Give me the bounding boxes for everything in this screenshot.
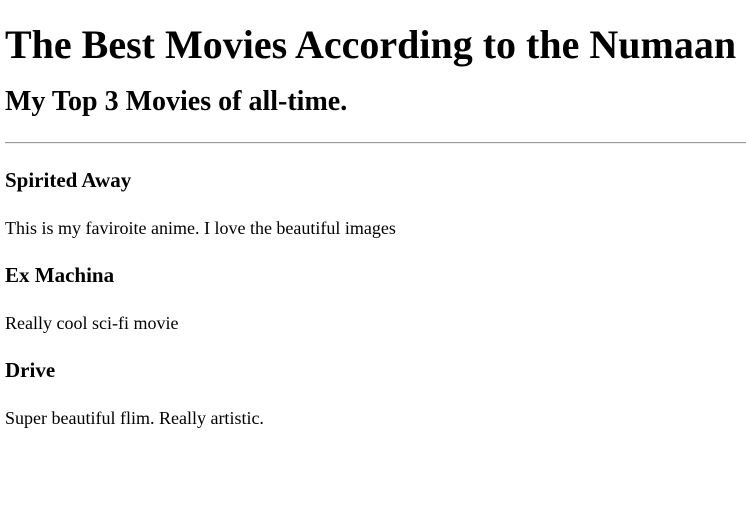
movie-item-drive: Drive Super beautiful flim. Really artis…	[5, 358, 746, 429]
page-content: The Best Movies According to the Numaan …	[0, 0, 746, 429]
movie-item-spirited-away: Spirited Away This is my faviroite anime…	[5, 168, 746, 239]
page-title: The Best Movies According to the Numaan	[5, 22, 737, 67]
movie-title: Ex Machina	[5, 263, 115, 287]
movie-list: Spirited Away This is my faviroite anime…	[5, 168, 746, 429]
movie-description: Super beautiful flim. Really artistic.	[5, 408, 264, 428]
movie-description: This is my faviroite anime. I love the b…	[5, 218, 396, 238]
movie-title: Drive	[5, 358, 56, 382]
movie-title: Spirited Away	[5, 168, 132, 192]
section-divider	[5, 142, 746, 144]
movie-description: Really cool sci-fi movie	[5, 313, 179, 333]
movie-item-ex-machina: Ex Machina Really cool sci-fi movie	[5, 263, 746, 334]
page-subtitle: My Top 3 Movies of all-time.	[5, 86, 348, 117]
